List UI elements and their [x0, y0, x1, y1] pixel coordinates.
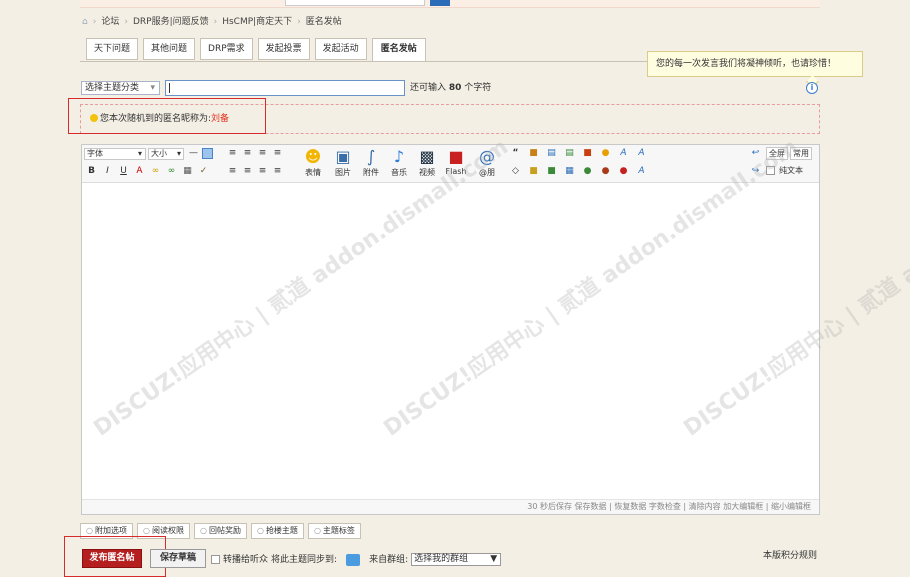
sync-label: 将此主题同步到: — [271, 554, 338, 565]
save-draft-button[interactable]: 保存草稿 — [150, 549, 206, 568]
broadcast-row: 转播给听众 将此主题同步到: 来自群组: 选择我的群组 ▼ — [211, 553, 502, 566]
group-label: 来自群组: — [369, 554, 409, 565]
option-tab-floor-grab[interactable]: ○ 抢楼主题 — [250, 523, 304, 539]
publish-anonymous-button[interactable]: 发布匿名帖 — [82, 549, 142, 568]
broadcast-checkbox[interactable] — [211, 555, 220, 564]
editor-status-bar: 30 秒后保存 保存数据 | 恢复数据 字数检查 | 清除内容 加大编辑框 | … — [82, 499, 819, 514]
board-rules-link[interactable]: 本版积分规则 — [763, 550, 817, 562]
option-tab-topic-tags[interactable]: ○ 主题标签 — [307, 523, 361, 539]
watermark: DISCUZ!应用中心 | 贰道 addon.dismall.com DISCU… — [89, 134, 910, 442]
option-tab-reply-reward[interactable]: ○ 回帖奖励 — [193, 523, 247, 539]
broadcast-label: 转播给听众 — [223, 554, 269, 565]
group-select[interactable]: 选择我的群组 ▼ — [411, 553, 502, 566]
sync-icon[interactable] — [346, 553, 361, 566]
